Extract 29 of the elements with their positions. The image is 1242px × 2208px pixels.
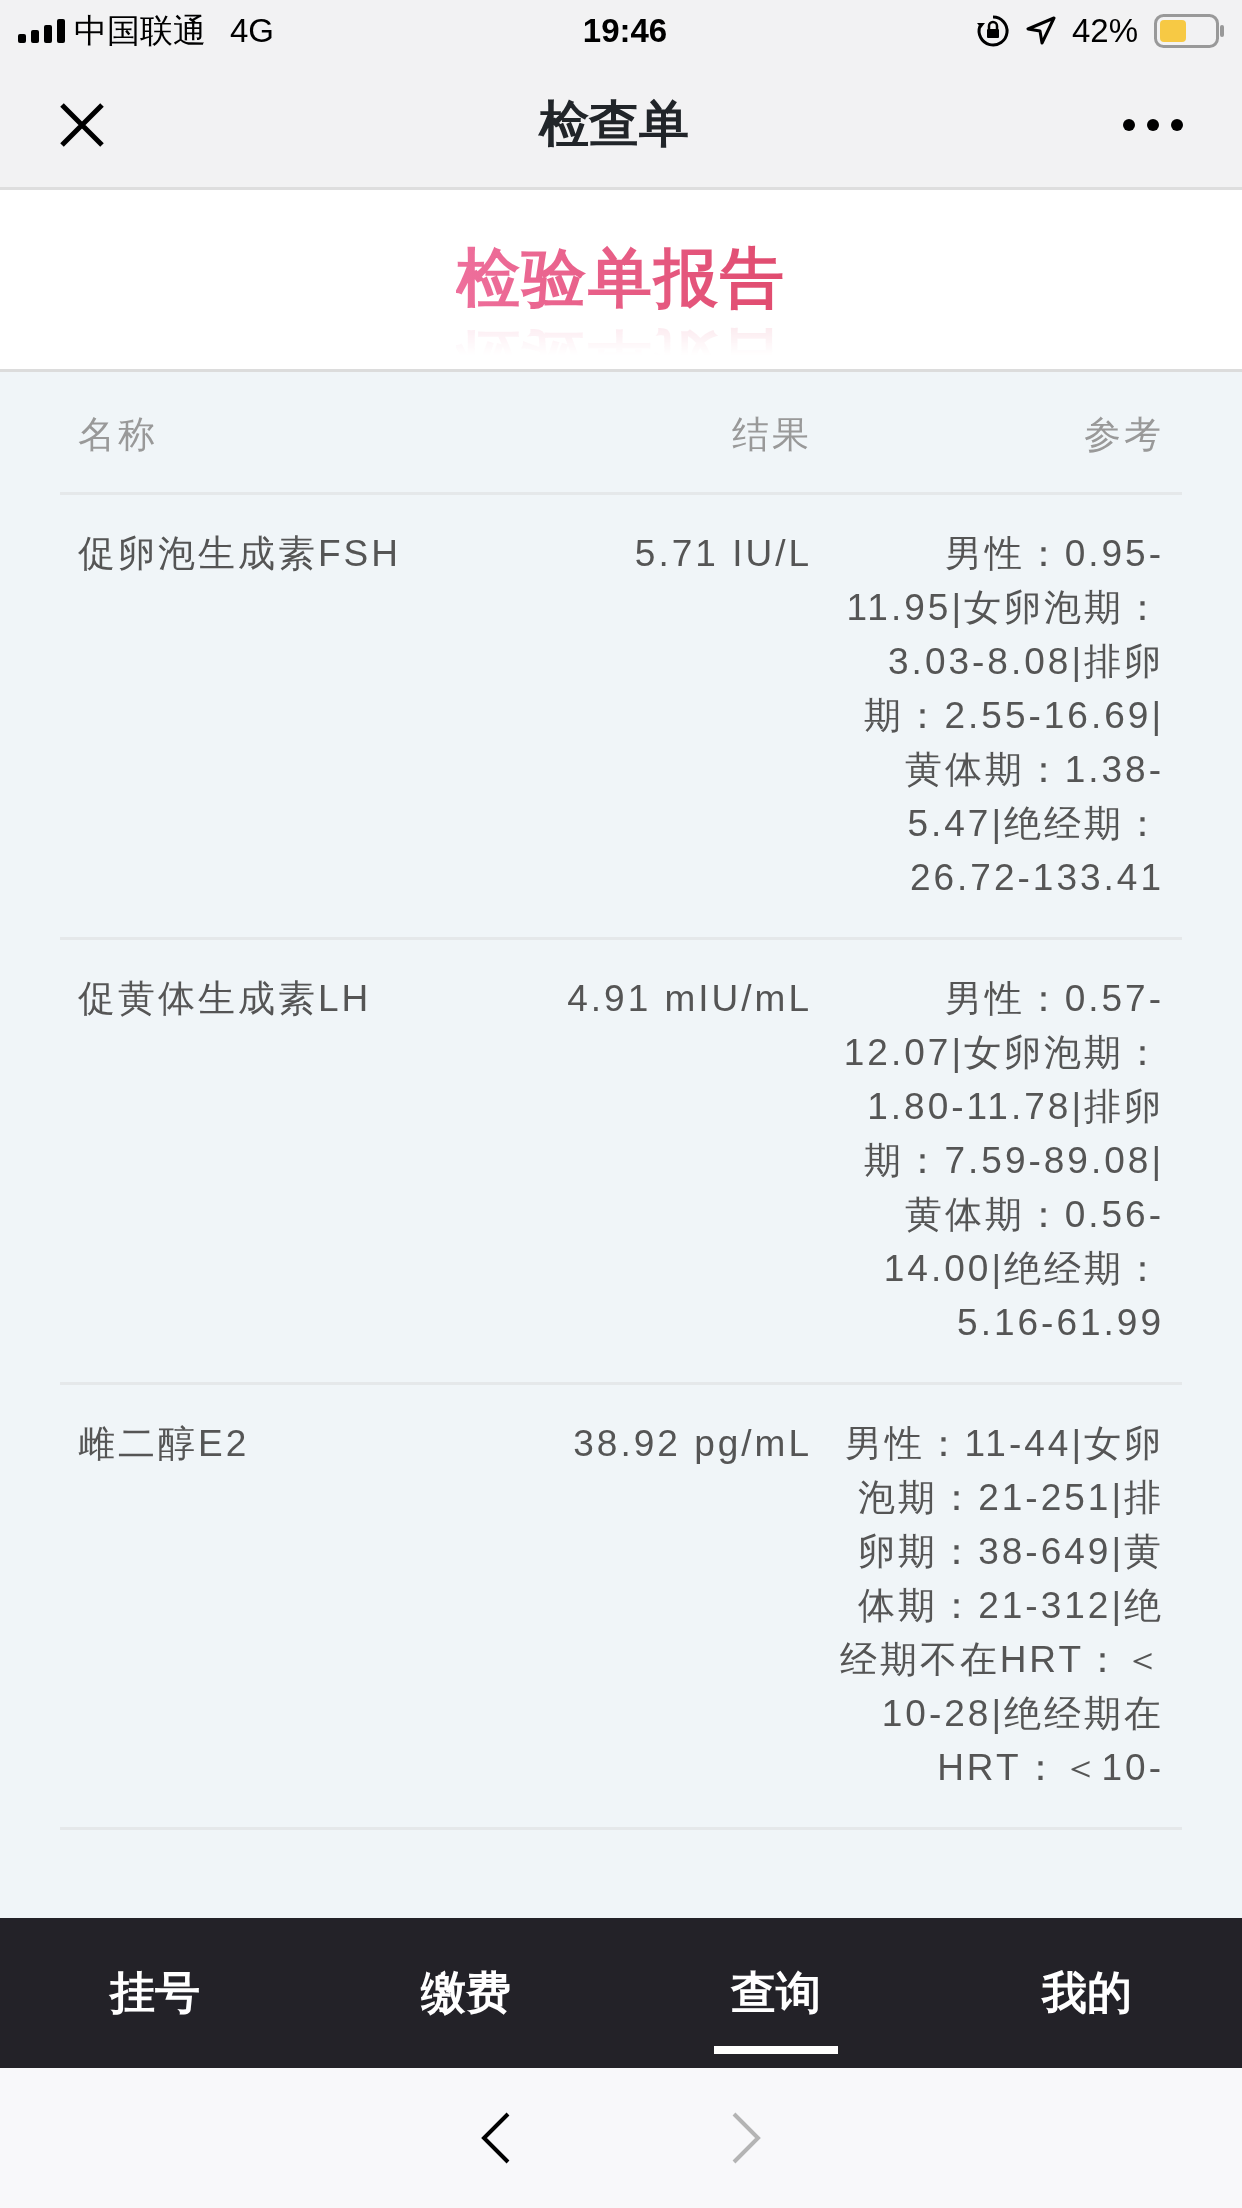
back-chevron-icon [481,2112,511,2164]
close-icon [58,100,106,149]
test-result: 4.91 mIU/mL [566,977,812,1021]
test-result: 5.71 IU/L [633,532,812,576]
rotation-lock-icon [975,14,1010,48]
test-result: 38.92 pg/mL [572,1422,812,1466]
column-header: 参考 [1083,413,1164,457]
carrier-name: 中国联通 [74,11,206,52]
reference-range: 男性：11-44|女卵泡期：21-251|排卵期：38-649|黄体期：21-312|绝经期不在HRT：＜10-28|绝经期在HRT：＜10- [838,1422,1164,1790]
column-header: 名称 [78,413,159,457]
battery-percent: 42% [1071,11,1138,52]
test-name: 促卵泡生成素FSH [78,532,402,576]
reference-range: 男性：0.95-11.95|女卵泡期：3.03-8.08|排卵期：2.55-16.69|黄体期：1.38-5.47|绝经期：26.72-133.41 [845,532,1164,900]
more-icon [1122,118,1184,133]
forward-chevron-icon [731,2112,761,2164]
column-header: 结果 [731,413,812,457]
tab-item[interactable]: 查询 [621,1918,932,2068]
clock-time: 19:46 [582,11,668,52]
network-type: 4G [230,11,275,52]
tab-item[interactable]: 我的 [931,1918,1242,2068]
reference-range: 男性：0.57-12.07|女卵泡期：1.80-11.78|排卵期：7.59-89.08|黄体期：0.56-14.00|绝经期：5.16-61.99 [842,977,1164,1345]
tab-item[interactable]: 缴费 [310,1918,621,2068]
signal-icon [18,19,66,43]
page-title: 检查单 [539,95,689,154]
battery-icon [1154,14,1224,48]
location-arrow-icon [1025,16,1056,46]
tab-item[interactable]: 挂号 [0,1918,311,2068]
test-name: 促黄体生成素LH [78,977,373,1021]
test-name: 雌二醇E2 [78,1422,251,1466]
